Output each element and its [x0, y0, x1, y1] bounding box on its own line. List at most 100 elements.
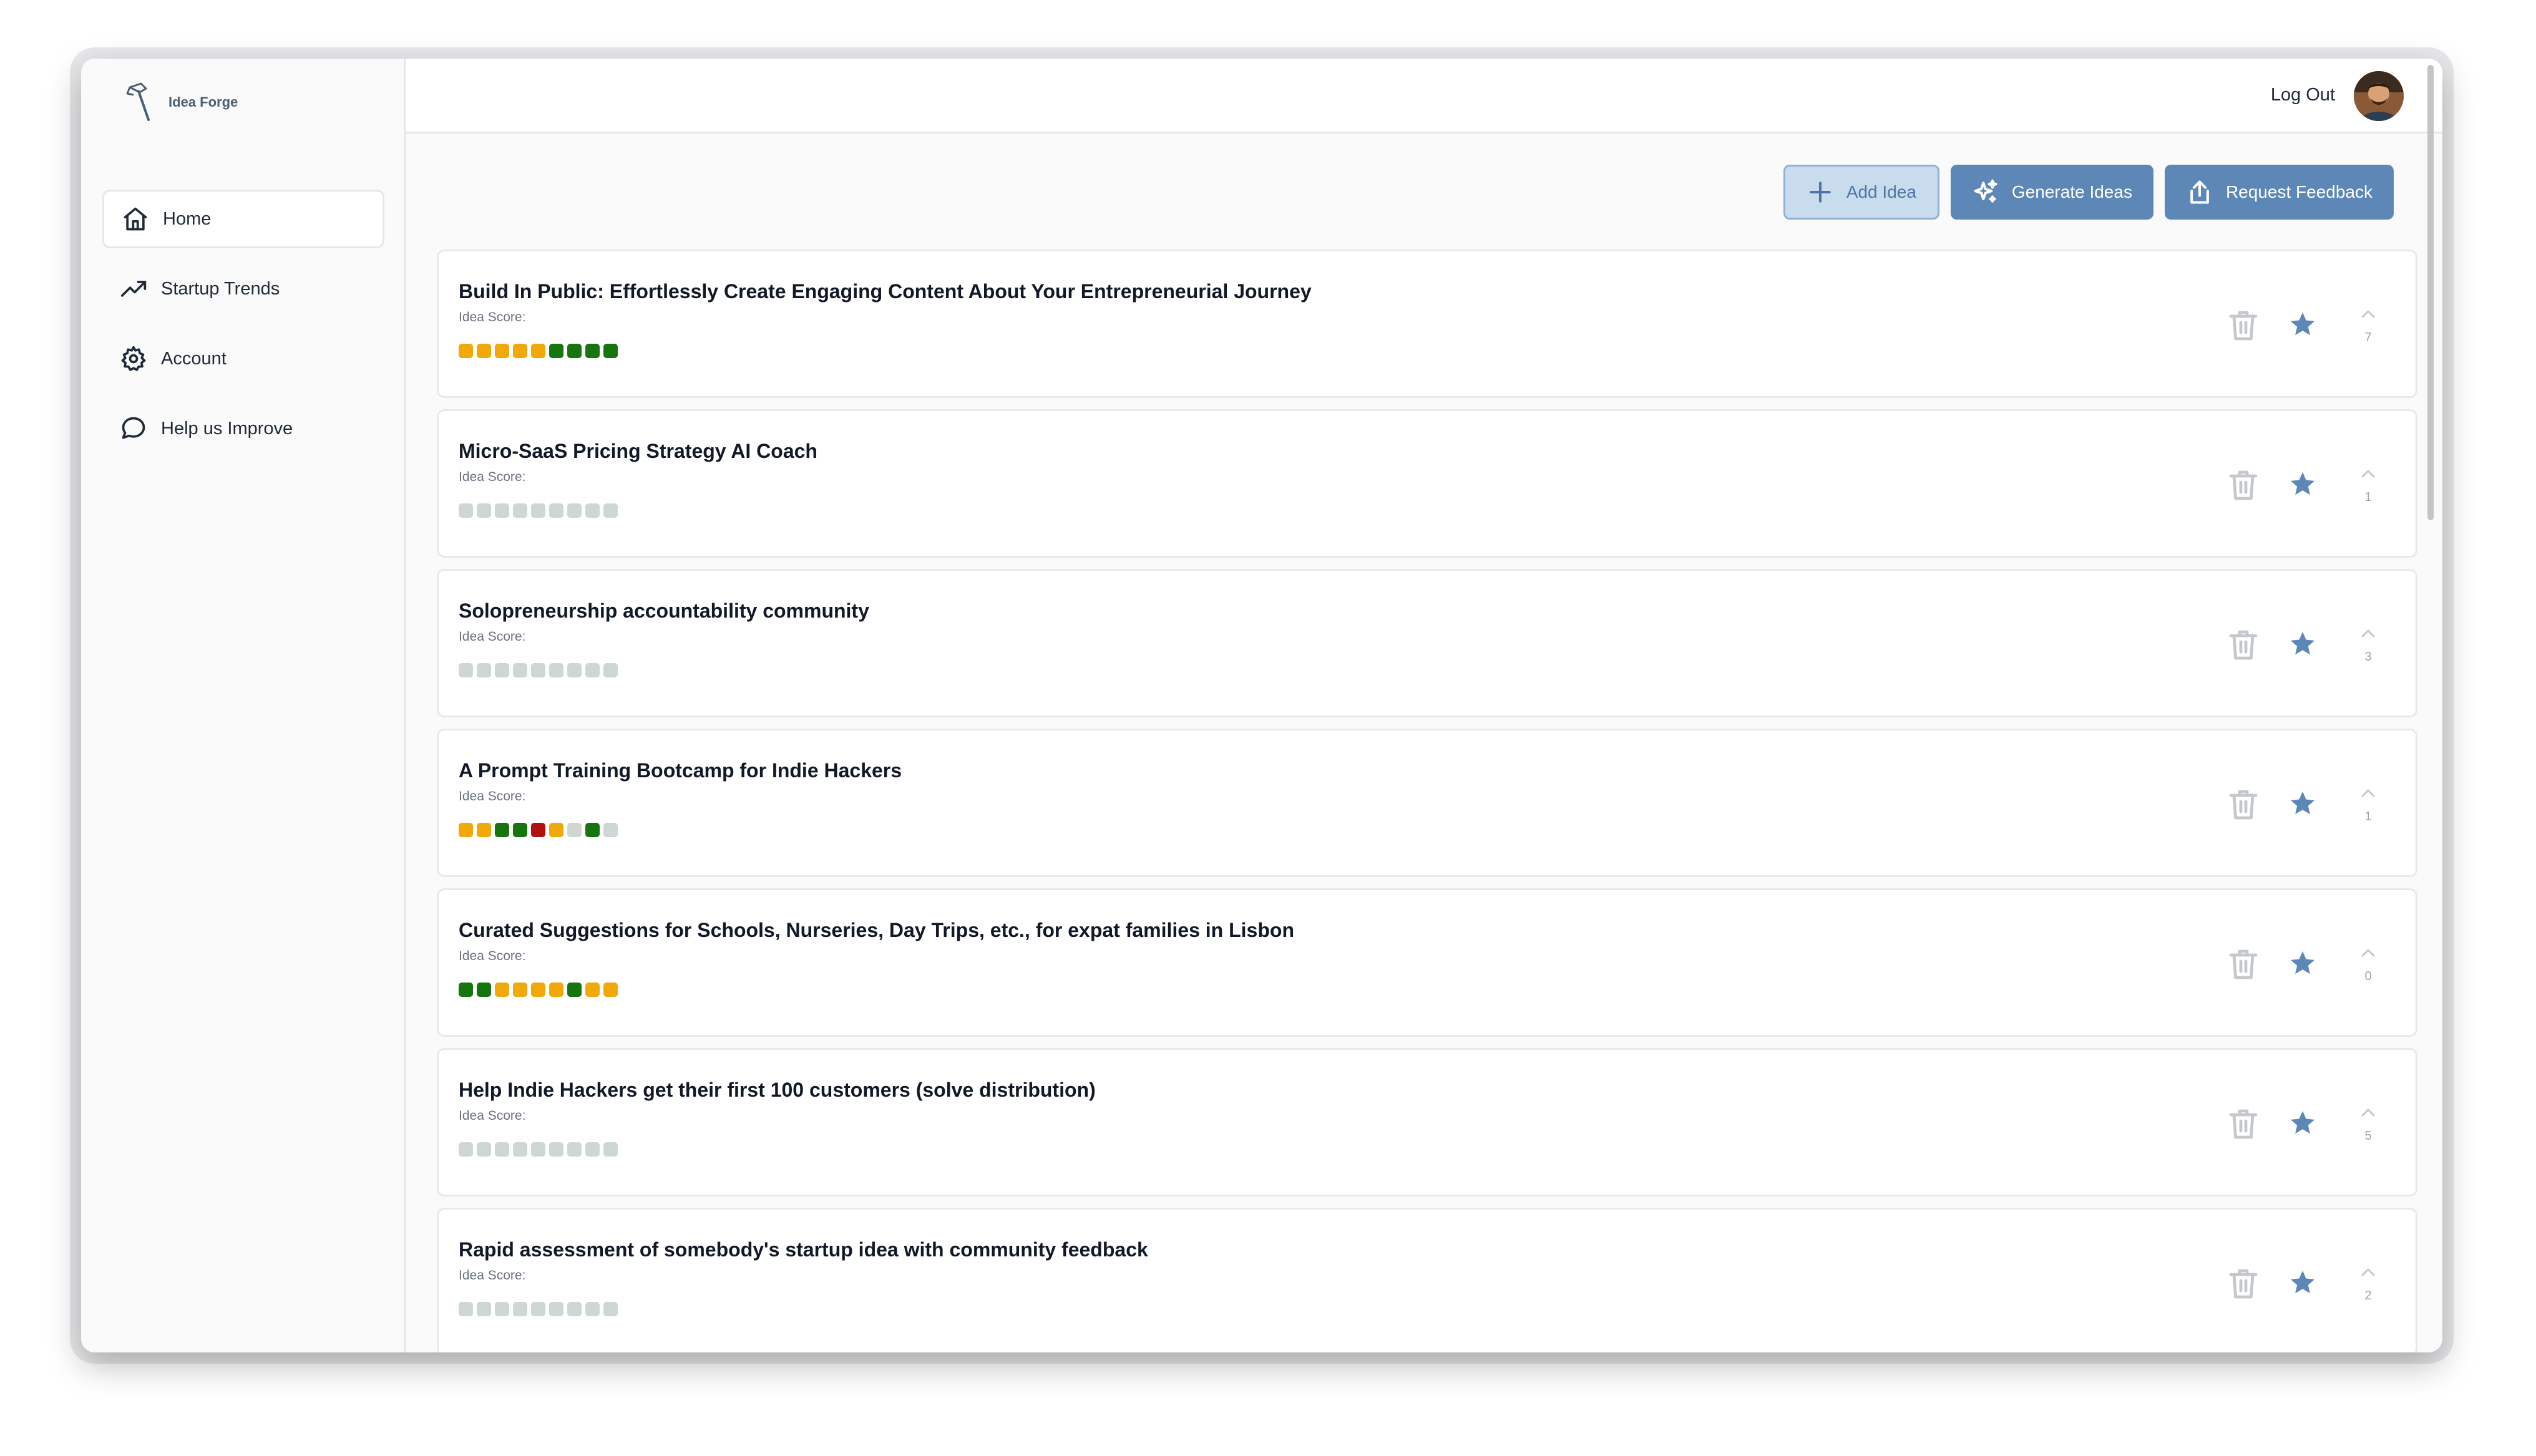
- user-avatar-icon: [2354, 71, 2404, 121]
- idea-title[interactable]: Build In Public: Effortlessly Create Eng…: [459, 280, 1312, 303]
- brand[interactable]: Idea Forge: [121, 81, 238, 124]
- gear-icon: [121, 346, 146, 371]
- delete-button[interactable]: [2228, 788, 2258, 820]
- score-dot: [549, 663, 563, 677]
- idea-title[interactable]: Rapid assessment of somebody's startup i…: [459, 1238, 1148, 1261]
- delete-button[interactable]: [2228, 309, 2258, 341]
- score-dot: [585, 344, 600, 358]
- score-dot: [477, 344, 491, 358]
- request-feedback-button[interactable]: Request Feedback: [2164, 165, 2394, 220]
- score-dot: [549, 983, 563, 997]
- idea-title[interactable]: Curated Suggestions for Schools, Nurseri…: [459, 919, 1294, 942]
- upvote-button[interactable]: 3: [2356, 627, 2381, 677]
- score-dot: [549, 1142, 563, 1157]
- score-dot: [477, 1142, 491, 1157]
- sidebar-item-home[interactable]: Home: [102, 190, 384, 248]
- score-dot: [513, 983, 527, 997]
- score-dot: [459, 1302, 473, 1316]
- upvote-button[interactable]: 7: [2356, 308, 2381, 357]
- idea-card[interactable]: Help Indie Hackers get their first 100 c…: [437, 1048, 2417, 1196]
- chevron-up-icon: [2361, 1268, 2375, 1276]
- score-dot: [513, 663, 527, 677]
- delete-button[interactable]: [2228, 628, 2258, 661]
- score-dot: [585, 823, 600, 837]
- favorite-button[interactable]: [2288, 789, 2317, 818]
- score-dot: [567, 1142, 582, 1157]
- top-bar: Log Out: [406, 59, 2442, 133]
- upvote-button[interactable]: 1: [2356, 787, 2381, 837]
- favorite-button[interactable]: [2288, 1268, 2317, 1297]
- score-dot: [531, 983, 545, 997]
- idea-card[interactable]: Rapid assessment of somebody's startup i…: [437, 1208, 2417, 1352]
- star-icon: [2290, 312, 2315, 336]
- score-dot: [585, 1142, 600, 1157]
- star-icon: [2290, 1270, 2315, 1294]
- score-dot: [585, 983, 600, 997]
- star-icon: [2290, 631, 2315, 655]
- idea-card[interactable]: Solopreneurship accountability community…: [437, 569, 2417, 717]
- score-dot: [585, 1302, 600, 1316]
- logout-link[interactable]: Log Out: [2271, 85, 2335, 105]
- score-dot: [603, 1302, 618, 1316]
- score-dot: [549, 823, 563, 837]
- score-dot: [585, 663, 600, 677]
- favorite-button[interactable]: [2288, 629, 2317, 658]
- sidebar-item-account[interactable]: Account: [102, 329, 384, 388]
- favorite-button[interactable]: [2288, 470, 2317, 498]
- idea-title[interactable]: Solopreneurship accountability community: [459, 599, 869, 623]
- idea-title[interactable]: Micro-SaaS Pricing Strategy AI Coach: [459, 440, 817, 463]
- score-dot: [459, 1142, 473, 1157]
- delete-button[interactable]: [2228, 948, 2258, 980]
- score-dot: [477, 823, 491, 837]
- favorite-button[interactable]: [2288, 949, 2317, 978]
- avatar[interactable]: [2354, 71, 2404, 121]
- chevron-up-icon: [2361, 629, 2375, 638]
- scrollbar[interactable]: [2427, 65, 2434, 520]
- trash-icon: [2229, 790, 2258, 820]
- star-icon: [2290, 1110, 2315, 1134]
- trash-icon: [2229, 470, 2258, 500]
- score-dot: [603, 983, 618, 997]
- upvote-button[interactable]: 2: [2356, 1266, 2381, 1316]
- star-icon: [2290, 472, 2315, 495]
- score-dot: [549, 503, 563, 518]
- share-upload-icon: [2190, 180, 2209, 204]
- favorite-button[interactable]: [2288, 310, 2317, 339]
- hammer-logo-icon: [126, 82, 150, 121]
- sidebar-item-startup-trends[interactable]: Startup Trends: [102, 260, 384, 318]
- score-dot: [513, 1142, 527, 1157]
- score-dot: [477, 663, 491, 677]
- sidebar-item-help-us-improve[interactable]: Help us Improve: [102, 399, 384, 458]
- sidebar-item-label: Home: [163, 208, 212, 229]
- chevron-up-icon: [2361, 310, 2375, 318]
- vote-count: 7: [2364, 331, 2372, 344]
- idea-title[interactable]: Help Indie Hackers get their first 100 c…: [459, 1079, 1096, 1102]
- idea-card[interactable]: Build In Public: Effortlessly Create Eng…: [437, 250, 2417, 398]
- score-dot: [495, 663, 509, 677]
- score-dot: [567, 663, 582, 677]
- upvote-button[interactable]: 5: [2356, 1106, 2381, 1156]
- delete-button[interactable]: [2228, 1107, 2258, 1140]
- trash-icon: [2229, 1109, 2258, 1139]
- score-dot: [495, 983, 509, 997]
- upvote-button[interactable]: 0: [2356, 946, 2381, 996]
- score-dot: [549, 344, 563, 358]
- favorite-button[interactable]: [2288, 1109, 2317, 1137]
- trending-up-icon: [120, 281, 147, 297]
- home-icon: [124, 207, 147, 231]
- delete-button[interactable]: [2228, 1267, 2258, 1299]
- add-idea-button[interactable]: Add Idea: [1783, 165, 1939, 220]
- plus-icon: [1810, 182, 1831, 203]
- idea-title[interactable]: A Prompt Training Bootcamp for Indie Hac…: [459, 759, 902, 782]
- generate-ideas-button[interactable]: Generate Ideas: [1950, 165, 2153, 220]
- delete-button[interactable]: [2228, 468, 2258, 501]
- idea-score-dots: [459, 1302, 618, 1316]
- idea-card[interactable]: Micro-SaaS Pricing Strategy AI Coach Ide…: [437, 409, 2417, 558]
- idea-score-label: Idea Score:: [459, 629, 526, 644]
- score-dot: [459, 503, 473, 518]
- idea-card[interactable]: Curated Suggestions for Schools, Nurseri…: [437, 888, 2417, 1037]
- generate-ideas-label: Generate Ideas: [2011, 182, 2132, 201]
- idea-card[interactable]: A Prompt Training Bootcamp for Indie Hac…: [437, 729, 2417, 877]
- upvote-button[interactable]: 1: [2356, 467, 2381, 517]
- score-dot: [531, 1302, 545, 1316]
